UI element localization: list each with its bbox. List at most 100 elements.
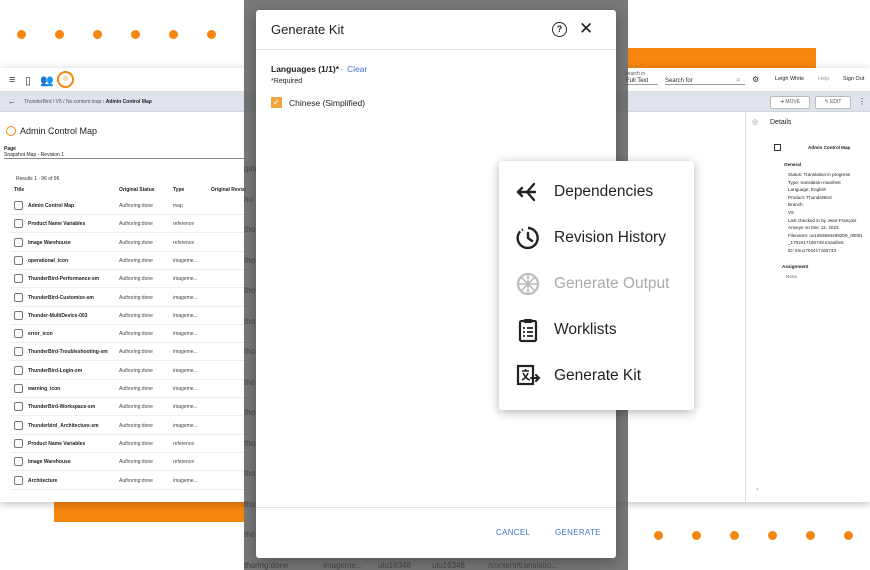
clear-link[interactable]: Clear [347, 64, 367, 74]
table-row[interactable]: ThunderBird-Troubleshooting-sm Authoring:… [10, 343, 248, 362]
row-title[interactable]: ThunderBird-Workspace-sm [28, 404, 95, 410]
sign-out-link[interactable]: Sign Out [843, 76, 864, 82]
screen: ≡ ▯ 👥 ◎ Search in Full Text Search for ⌕… [0, 0, 870, 570]
column-header[interactable]: Title [14, 187, 24, 193]
context-menu: Dependencies Revision History Generate O… [499, 161, 694, 410]
breadcrumb-path[interactable]: ThunderBird / V5 / No content map › [24, 99, 104, 105]
background-cell: ho [244, 194, 253, 204]
table-row[interactable]: ThunderBird-Performance-sm Authoring:done… [10, 270, 248, 289]
chevron-right-icon[interactable]: › [756, 486, 758, 493]
document-icon[interactable]: ▯ [25, 74, 31, 87]
app-logo: ◎ [57, 71, 74, 88]
help-icon[interactable]: ? [552, 22, 567, 37]
row-status: Authoring:done [119, 239, 153, 246]
help-link[interactable]: Help [818, 76, 829, 82]
search-icon[interactable]: ⌕ [736, 75, 740, 85]
table-row[interactable]: ThunderBird-Customize-sm Authoring:done im… [10, 289, 248, 307]
row-title[interactable]: Thunderbird_Architecture-sm [28, 423, 99, 429]
people-icon[interactable]: 👥 [40, 74, 54, 87]
language-option-label[interactable]: Chinese (Simplified) [289, 98, 365, 108]
details-assignment-value: None [786, 274, 797, 279]
details-line: ID: tmu1702417160733 [788, 248, 837, 253]
menu-item-dependencies[interactable]: Dependencies [499, 170, 694, 214]
details-checkbox[interactable] [774, 144, 781, 151]
background-cell: tho [244, 347, 256, 356]
results-count: Results 1 - 96 of 96 [16, 176, 60, 182]
row-title[interactable]: warning_icon [28, 386, 60, 392]
row-type: imageme... [173, 312, 198, 319]
page-select[interactable]: Snapshot Map - Revision 1 [4, 152, 244, 159]
table-row[interactable]: Architecture Authoring:done imageme... [10, 472, 248, 490]
move-button[interactable]: ➜ MOVE [770, 96, 810, 109]
row-title[interactable]: Thunder-MultiDevice-003 [28, 313, 87, 319]
breadcrumb-current: Admin Control Map [105, 99, 152, 105]
menu-item-worklists[interactable]: Worklists [499, 308, 694, 352]
row-type: imageme... [173, 349, 198, 356]
table-row[interactable]: error_icon Authoring:done imageme... [10, 325, 248, 344]
menu-item-label: Generate Output [554, 275, 670, 292]
language-checkbox[interactable]: ✓ [271, 97, 282, 108]
table-row[interactable]: Admin Control Map Authoring:done map [10, 197, 248, 215]
row-title[interactable]: Image Warehouse [28, 240, 71, 246]
menu-icon[interactable]: ≡ [9, 74, 15, 86]
row-title[interactable]: error_icon [28, 331, 53, 337]
table-row[interactable]: Image Warehouse Authoring:done reference [10, 234, 248, 252]
row-title[interactable]: Architecture [28, 478, 57, 484]
table-row[interactable]: Product Name Variables Authoring:done refe… [10, 215, 248, 234]
required-note: *Required [271, 78, 303, 85]
details-line: Language: English [788, 187, 827, 193]
row-type: reference [173, 221, 195, 228]
collapse-icon[interactable]: ◎ [752, 118, 758, 126]
output-icon [516, 272, 540, 296]
generate-button[interactable]: GENERATE [555, 528, 601, 537]
table-row[interactable]: Thunderbird_Architecture-sm Authoring:don… [10, 417, 248, 435]
edit-label: EDIT [830, 99, 842, 105]
map-icon [6, 126, 16, 136]
table-row[interactable]: ThunderBird-Login-sm Authoring:done imagem… [10, 362, 248, 380]
table-row[interactable]: Product Name Variables Authoring:done refe… [10, 435, 248, 453]
row-title[interactable]: ThunderBird-Login-sm [28, 368, 82, 374]
row-title[interactable]: Image Warehouse [28, 459, 71, 465]
row-status: Authoring:done [119, 312, 153, 319]
column-header[interactable]: Type [173, 187, 184, 193]
close-icon[interactable]: ✕ [579, 19, 593, 39]
table-row[interactable]: warning_icon Authoring:done imageme... [10, 380, 248, 398]
edit-button[interactable]: ✎ EDIT [815, 96, 851, 109]
row-status: Authoring:done [119, 294, 153, 301]
background-cell: ulu16348 [432, 561, 465, 570]
item-type-icon [14, 365, 23, 375]
item-type-icon [14, 274, 23, 284]
row-status: Authoring:done [119, 349, 153, 356]
item-type-icon [14, 310, 23, 320]
table-row[interactable]: Thunder-MultiDevice-003 Authoring:done ima… [10, 307, 248, 325]
back-arrow-icon[interactable]: ← [8, 97, 16, 106]
menu-item-generate-kit[interactable]: Generate Kit [499, 354, 694, 398]
table-row[interactable]: Image Warehouse Authoring:done reference [10, 453, 248, 472]
row-title[interactable]: Product Name Variables [28, 221, 85, 227]
row-title[interactable]: ThunderBird-Troubleshooting-sm [28, 349, 108, 355]
row-type: reference [173, 239, 195, 246]
table-row[interactable]: operational_icon Authoring:done imageme... [10, 252, 248, 270]
move-label: MOVE [785, 99, 801, 105]
menu-item-revision-history[interactable]: Revision History [499, 216, 694, 260]
row-title[interactable]: Admin Control Map [28, 203, 74, 209]
search-input[interactable]: Search for [665, 78, 745, 85]
user-menu[interactable]: Leigh White [775, 76, 804, 82]
search-scope-select[interactable]: Full Text [626, 78, 658, 85]
row-type: reference [173, 440, 195, 447]
more-icon[interactable]: ⋮ [858, 97, 866, 106]
row-title[interactable]: Product Name Variables [28, 441, 85, 447]
table-row[interactable]: ThunderBird-Workspace-sm Authoring:done im… [10, 398, 248, 417]
item-type-icon [14, 420, 23, 430]
background-cell: tho [244, 225, 256, 234]
column-header[interactable]: Original Revisi [211, 187, 246, 193]
column-header[interactable]: Original Status [119, 187, 155, 193]
decor-dot [692, 531, 701, 540]
decor-bar [628, 48, 816, 68]
row-title[interactable]: operational_icon [28, 258, 68, 264]
row-title[interactable]: ThunderBird-Customize-sm [28, 295, 94, 301]
cancel-button[interactable]: CANCEL [496, 528, 530, 537]
row-title[interactable]: ThunderBird-Performance-sm [28, 276, 99, 282]
filter-icon[interactable]: ⚙ [752, 75, 759, 84]
background-cell: tho [244, 499, 256, 509]
